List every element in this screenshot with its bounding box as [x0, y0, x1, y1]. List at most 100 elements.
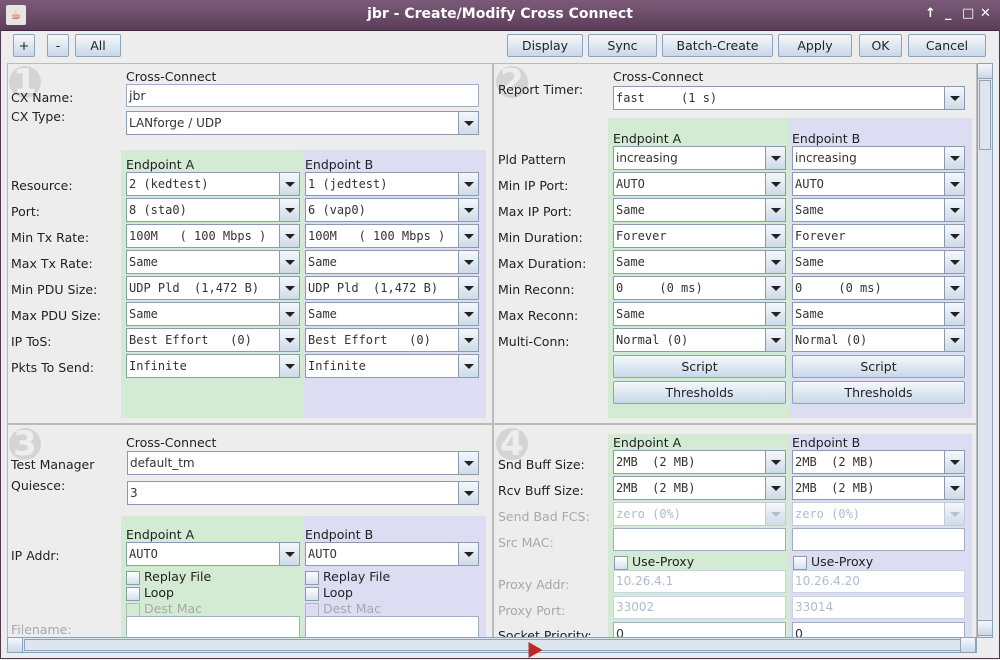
vertical-scroll-thumb[interactable]	[979, 80, 991, 150]
use-proxy-b-checkbox[interactable]	[793, 556, 807, 570]
endpoint-a-select[interactable]: Same	[126, 302, 300, 326]
endpoint-a-select[interactable]: Same	[613, 302, 786, 326]
chevron-down-icon[interactable]	[279, 225, 299, 247]
apply-button[interactable]: Apply	[778, 34, 852, 57]
endpoint-a-select[interactable]: Best Effort (0)	[126, 328, 300, 352]
endpoint-b-select[interactable]: 0 (0 ms)	[792, 276, 965, 300]
endpoint-a-select[interactable]: increasing	[613, 146, 786, 170]
chevron-down-icon[interactable]	[765, 199, 785, 221]
scroll-left-icon[interactable]	[7, 637, 23, 653]
chevron-down-icon[interactable]	[944, 277, 964, 299]
src-mac-b-input[interactable]	[792, 528, 965, 551]
endpoint-b-select[interactable]: AUTO	[792, 172, 965, 196]
endpoint-b-select[interactable]: Same	[305, 250, 479, 274]
chevron-down-icon[interactable]	[765, 477, 785, 499]
endpoint-a-select[interactable]: Same	[126, 250, 300, 274]
endpoint-a-select[interactable]: 2MB (2 MB)	[613, 476, 786, 500]
endpoint-b-select[interactable]: 1 (jedtest)	[305, 172, 479, 196]
endpoint-a-select[interactable]: AUTO	[613, 172, 786, 196]
toolbar-button-remove[interactable]: -	[47, 34, 69, 57]
chevron-down-icon[interactable]	[765, 303, 785, 325]
sync-button[interactable]: Sync	[588, 34, 657, 57]
script-a-button[interactable]: Script	[613, 355, 786, 378]
chevron-down-icon[interactable]	[279, 543, 299, 565]
endpoint-b-select[interactable]: Same	[792, 250, 965, 274]
endpoint-a-select[interactable]: 2 (kedtest)	[126, 172, 300, 196]
chevron-down-icon[interactable]	[279, 173, 299, 195]
chevron-down-icon[interactable]	[765, 251, 785, 273]
chevron-down-icon[interactable]	[458, 482, 478, 504]
endpoint-a-select[interactable]: Infinite	[126, 354, 300, 378]
endpoint-b-select[interactable]: Same	[792, 302, 965, 326]
chevron-down-icon[interactable]	[458, 355, 478, 377]
endpoint-b-select[interactable]: UDP Pld (1,472 B)	[305, 276, 479, 300]
chevron-down-icon[interactable]	[458, 251, 478, 273]
endpoint-b-select[interactable]: Same	[305, 302, 479, 326]
chevron-down-icon[interactable]	[944, 173, 964, 195]
scroll-down-icon[interactable]	[977, 620, 993, 636]
endpoint-b-select[interactable]: 6 (vap0)	[305, 198, 479, 222]
endpoint-b-select[interactable]: 100M ( 100 Mbps )	[305, 224, 479, 248]
chevron-down-icon[interactable]	[765, 277, 785, 299]
chevron-down-icon[interactable]	[765, 173, 785, 195]
chevron-down-icon[interactable]	[765, 503, 785, 525]
filename-a-input[interactable]	[126, 616, 300, 638]
chevron-down-icon[interactable]	[944, 225, 964, 247]
endpoint-a-select[interactable]: 8 (sta0)	[126, 198, 300, 222]
use-proxy-a-checkbox[interactable]	[614, 556, 628, 570]
chevron-down-icon[interactable]	[765, 225, 785, 247]
cancel-button[interactable]: Cancel	[908, 34, 986, 57]
chevron-down-icon[interactable]	[944, 87, 964, 109]
pin-icon[interactable]: ↑	[925, 6, 936, 21]
chevron-down-icon[interactable]	[279, 251, 299, 273]
endpoint-b-select[interactable]: Same	[792, 198, 965, 222]
ok-button[interactable]: OK	[859, 34, 902, 57]
endpoint-a-select[interactable]: UDP Pld (1,472 B)	[126, 276, 300, 300]
endpoint-b-select[interactable]: Normal (0)	[792, 328, 965, 352]
chevron-down-icon[interactable]	[458, 277, 478, 299]
cx-type-select[interactable]: LANforge / UDP	[126, 111, 479, 135]
chevron-down-icon[interactable]	[458, 329, 478, 351]
chevron-down-icon[interactable]	[944, 503, 964, 525]
chevron-down-icon[interactable]	[458, 199, 478, 221]
close-icon[interactable]: ✕	[980, 6, 991, 21]
batch-create-button[interactable]: Batch-Create	[662, 34, 773, 57]
chevron-down-icon[interactable]	[765, 451, 785, 473]
endpoint-a-select[interactable]: Normal (0)	[613, 328, 786, 352]
chevron-down-icon[interactable]	[765, 147, 785, 169]
quiesce-select[interactable]: 3	[127, 481, 479, 505]
display-button[interactable]: Display	[507, 34, 583, 57]
toolbar-button-add[interactable]: +	[13, 34, 35, 57]
ip-addr-b-select[interactable]: AUTO	[305, 542, 479, 566]
endpoint-b-select[interactable]: Best Effort (0)	[305, 328, 479, 352]
replay-file-b-checkbox[interactable]	[305, 571, 319, 585]
thresholds-a-button[interactable]: Thresholds	[613, 381, 786, 404]
chevron-down-icon[interactable]	[765, 329, 785, 351]
maximize-icon[interactable]: □	[962, 6, 974, 21]
loop-b-checkbox[interactable]	[305, 587, 319, 601]
toolbar-button-all[interactable]: All	[75, 34, 121, 57]
endpoint-b-select[interactable]: 2MB (2 MB)	[792, 450, 965, 474]
thresholds-b-button[interactable]: Thresholds	[792, 381, 965, 404]
endpoint-b-select[interactable]: 2MB (2 MB)	[792, 476, 965, 500]
chevron-down-icon[interactable]	[944, 147, 964, 169]
scroll-right-icon[interactable]	[960, 637, 976, 653]
chevron-down-icon[interactable]	[279, 303, 299, 325]
chevron-down-icon[interactable]	[458, 173, 478, 195]
chevron-down-icon[interactable]	[458, 112, 478, 134]
endpoint-b-select[interactable]: increasing	[792, 146, 965, 170]
scroll-up-icon[interactable]	[977, 63, 993, 79]
endpoint-a-select[interactable]: Same	[613, 250, 786, 274]
chevron-down-icon[interactable]	[944, 199, 964, 221]
endpoint-a-select[interactable]: 2MB (2 MB)	[613, 450, 786, 474]
socket-priority-b-input[interactable]: 0	[792, 622, 965, 641]
chevron-down-icon[interactable]	[279, 277, 299, 299]
chevron-down-icon[interactable]	[944, 329, 964, 351]
chevron-down-icon[interactable]	[458, 225, 478, 247]
replay-file-a-checkbox[interactable]	[126, 571, 140, 585]
chevron-down-icon[interactable]	[458, 543, 478, 565]
endpoint-a-select[interactable]: Same	[613, 198, 786, 222]
cx-name-input[interactable]: jbr	[126, 84, 479, 107]
filename-b-input[interactable]	[305, 616, 479, 638]
report-timer-select[interactable]: fast (1 s)	[613, 86, 965, 110]
